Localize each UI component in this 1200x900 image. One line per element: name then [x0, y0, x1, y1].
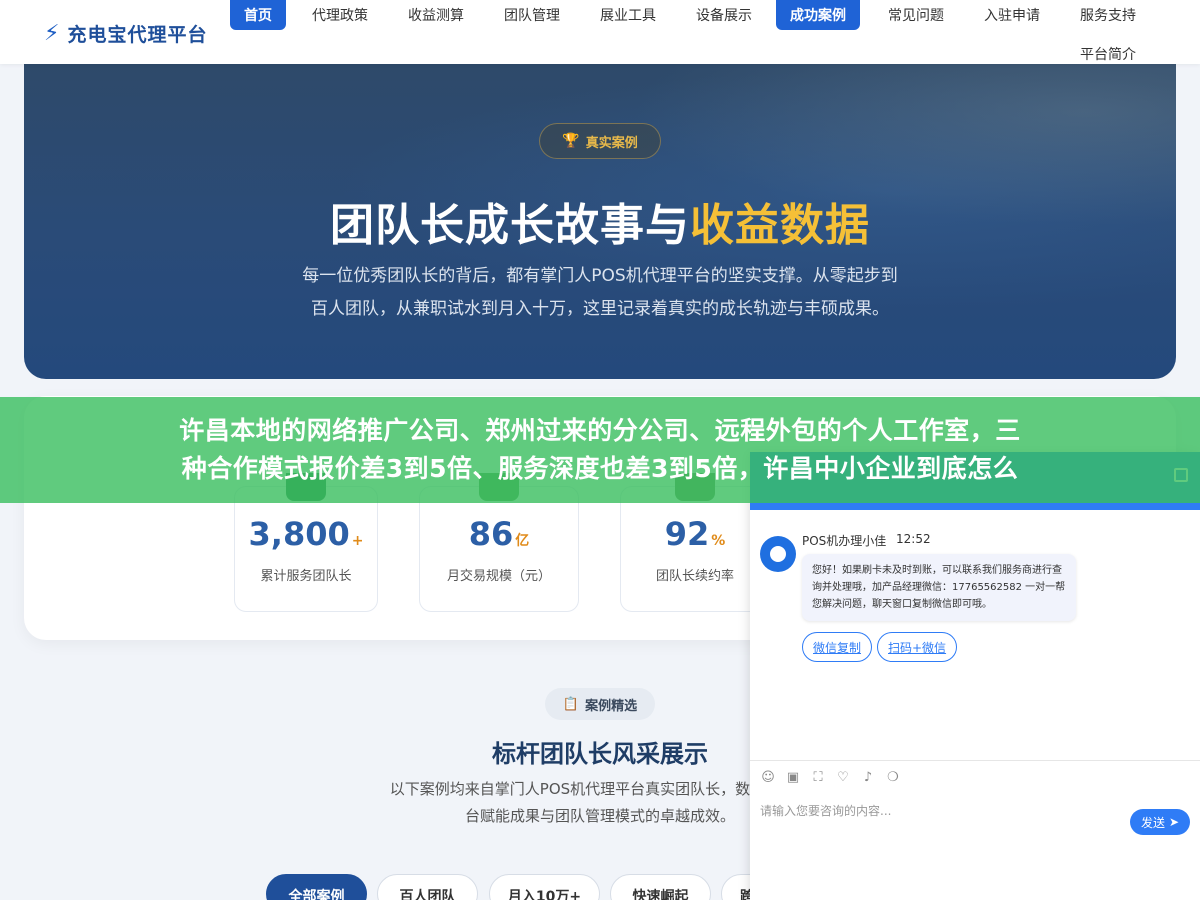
nav-item-team[interactable]: 团队管理 [490, 0, 574, 30]
chat-divider [750, 760, 1200, 761]
nav-item-home[interactable]: 首页 [230, 0, 286, 30]
stat-value: 92% [664, 515, 726, 553]
stat-label: 月交易规模（元） [446, 569, 551, 584]
logo[interactable]: ⚡ 充电宝代理平台 [44, 20, 207, 47]
chat-input[interactable] [760, 800, 1120, 822]
nav-item-devices[interactable]: 设备展示 [682, 0, 766, 30]
bubble-icon[interactable]: ❍ [885, 770, 901, 785]
clipboard-icon: 📋 [562, 696, 580, 712]
case-badge-label: 案例精选 [585, 698, 638, 714]
chat-message: 您好！如果刷卡未及时到账，可以联系我们服务商进行查询并处理哦，加产品经理微信：1… [802, 554, 1076, 621]
site-header: ⚡ 充电宝代理平台 首页 代理政策 收益测算 团队管理 展业工具 设备展示 成功… [0, 0, 1200, 64]
hero-badge-label: 真实案例 [585, 135, 638, 151]
nav-item-about[interactable]: 平台简介 [1066, 40, 1150, 68]
send-label: 发送 [1140, 815, 1165, 830]
hero-title: 团队长成长故事与收益数据 [24, 189, 1176, 253]
agent-avatar [760, 536, 796, 572]
chat-toolbar: ☺ ▣ ⛶ ♡ ♪ ❍ [760, 770, 901, 785]
nav-item-support[interactable]: 服务支持 [1066, 0, 1150, 30]
filter-monthly-100k[interactable]: 月入10万+ [489, 874, 600, 900]
image-icon[interactable]: ▣ [785, 770, 801, 785]
crop-icon[interactable]: ⛶ [810, 770, 826, 785]
stat-renewal-rate: 92% 团队长续约率 [620, 473, 770, 612]
message-time: 12:52 [896, 532, 931, 546]
nav-item-cases[interactable]: 成功案例 [776, 0, 860, 30]
lightning-icon: ⚡ [44, 20, 60, 46]
stat-value: 3,800 + [248, 515, 364, 553]
nav-item-income[interactable]: 收益测算 [394, 0, 478, 30]
chat-widget: POS机办理小佳 12:52 您好！如果刷卡未及时到账，可以联系我们服务商进行查… [750, 452, 1200, 900]
stat-monthly-volume: 86 亿 月交易规模（元） [419, 473, 579, 612]
hero-description-line: 百人团队，从兼职试水到月入十万，这里记录着真实的成长轨迹与丰硕成果。 [311, 299, 889, 319]
sound-icon[interactable]: ♪ [860, 770, 876, 785]
nav-item-faq[interactable]: 常见问题 [874, 0, 958, 30]
filter-fast-rise[interactable]: 快速崛起 [610, 874, 711, 900]
send-arrow-icon: ➤ [1168, 815, 1180, 829]
nav-item-apply[interactable]: 入驻申请 [970, 0, 1054, 30]
hero-section: 🏆 真实案例 团队长成长故事与收益数据 每一位优秀团队长的背后，都有掌门人POS… [24, 64, 1176, 379]
filter-hundred-team[interactable]: 百人团队 [377, 874, 478, 900]
avatar-face-icon [767, 543, 789, 565]
hero-description-line: 每一位优秀团队长的背后，都有掌门人POS机代理平台的坚实支撑。从零起步到 [302, 266, 898, 286]
case-badge: 📋 案例精选 [545, 688, 655, 720]
banner-line: 许昌本地的网络推广公司、郑州过来的分公司、远程外包的个人工作室，三 [179, 416, 1021, 445]
hero-title-main: 团队长成长故事与 [330, 200, 690, 251]
scan-wechat-button[interactable]: 扫码+微信 [877, 632, 958, 662]
banner-line: 种合作模式报价差3到5倍、服务深度也差3到5倍，许昌中小企业到底怎么 [181, 454, 1019, 483]
send-button[interactable]: 发送 ➤ [1130, 809, 1190, 835]
copy-wechat-button[interactable]: 微信复制 [802, 632, 873, 662]
stat-label: 累计服务团队长 [260, 569, 352, 584]
trophy-icon: 🏆 [562, 133, 580, 149]
agent-name: POS机办理小佳 [802, 534, 887, 548]
stat-team-leaders: 3,800 + 累计服务团队长 [234, 473, 378, 612]
nav-item-tools[interactable]: 展业工具 [586, 0, 670, 30]
nav-item-policy[interactable]: 代理政策 [298, 0, 382, 30]
logo-text: 充电宝代理平台 [67, 24, 208, 46]
stat-label: 团队长续约率 [655, 569, 734, 584]
hero-badge: 🏆 真实案例 [539, 123, 661, 159]
hero-description: 每一位优秀团队长的背后，都有掌门人POS机代理平台的坚实支撑。从零起步到 百人团… [274, 260, 926, 326]
overlay-banner[interactable]: 许昌本地的网络推广公司、郑州过来的分公司、远程外包的个人工作室，三 种合作模式报… [0, 397, 1200, 503]
smile-icon[interactable]: ☺ [760, 770, 776, 785]
filter-all-cases[interactable]: 全部案例 [266, 874, 367, 900]
stat-value: 86 亿 [468, 515, 530, 553]
hero-title-highlight: 收益数据 [690, 200, 870, 251]
heart-icon[interactable]: ♡ [835, 770, 851, 785]
